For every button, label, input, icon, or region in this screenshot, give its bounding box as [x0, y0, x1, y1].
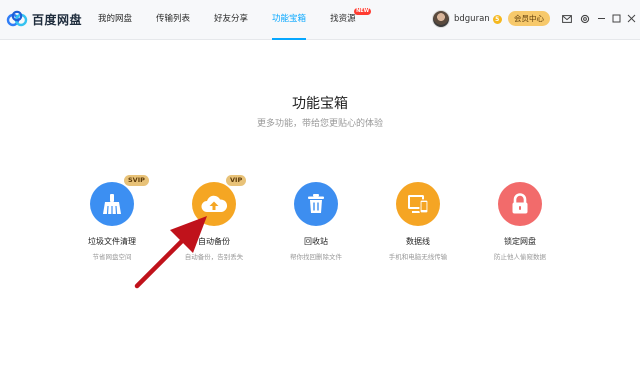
trash-icon: [308, 194, 324, 213]
tool-name: 垃圾文件清理: [88, 237, 136, 246]
tab-label: 找资源: [330, 14, 356, 24]
title-bar: 百度网盘 我的网盘 传输列表 好友分享 功能宝箱 找资源 NEW bdguran…: [0, 0, 640, 40]
cloud-upload-icon: [201, 195, 228, 212]
lock-icon: [512, 193, 528, 214]
toolbar-icons: [560, 11, 596, 26]
tool-auto-backup[interactable]: VIP 自动备份 自动备份，告别丢失: [159, 175, 269, 261]
settings-icon[interactable]: [578, 12, 592, 26]
username[interactable]: bdguran: [454, 14, 490, 24]
close-icon[interactable]: [624, 11, 639, 26]
window-controls: [594, 11, 639, 26]
maximize-icon[interactable]: [609, 11, 624, 26]
tab-label: 传输列表: [156, 14, 191, 24]
avatar[interactable]: [432, 10, 450, 28]
vip-badge: VIP: [226, 175, 247, 186]
devices-icon: [408, 195, 429, 214]
svip-badge: SVIP: [124, 175, 149, 186]
vip-level-badge: 5: [492, 14, 502, 24]
app-logo[interactable]: 百度网盘: [6, 8, 82, 30]
mail-icon[interactable]: [560, 12, 574, 26]
main-nav: 我的网盘 传输列表 好友分享 功能宝箱 找资源 NEW: [98, 0, 380, 40]
tool-recycle-bin[interactable]: 回收站 帮你找回删除文件: [261, 182, 371, 261]
tool-desc: 帮你找回删除文件: [290, 253, 342, 261]
tab-my-disk[interactable]: 我的网盘: [98, 0, 132, 40]
broom-icon: [103, 194, 121, 215]
tool-data-cable[interactable]: 数据线 手机和电脑无线传输: [363, 182, 473, 261]
toolbox-page: 功能宝箱 更多功能，带给您更贴心的体验 SVIP 垃圾文件清理 节省网盘空间 V…: [0, 41, 640, 372]
tool-lock-disk[interactable]: 锁定网盘 防止他人偷窥数据: [465, 182, 575, 261]
tab-transfer-list[interactable]: 传输列表: [156, 0, 190, 40]
page-subtitle: 更多功能，带给您更贴心的体验: [256, 119, 383, 129]
user-profile[interactable]: bdguran 5: [432, 9, 502, 29]
app-name: 百度网盘: [32, 12, 83, 27]
tool-desc: 防止他人偷窥数据: [494, 253, 546, 261]
tab-find-resources[interactable]: 找资源 NEW: [330, 0, 372, 40]
tool-name: 锁定网盘: [504, 237, 536, 246]
tool-name: 数据线: [406, 237, 430, 246]
tab-toolbox[interactable]: 功能宝箱: [272, 0, 307, 40]
tab-label: 好友分享: [214, 14, 249, 24]
tool-name: 回收站: [304, 237, 328, 246]
tool-desc: 手机和电脑无线传输: [388, 253, 448, 261]
minimize-icon[interactable]: [594, 11, 609, 26]
tool-name: 自动备份: [198, 237, 230, 246]
tool-desc: 节省网盘空间: [92, 253, 132, 261]
vip-center-button[interactable]: 会员中心: [508, 11, 550, 26]
tool-desc: 自动备份，告别丢失: [184, 253, 244, 261]
new-badge: NEW: [354, 8, 372, 15]
tab-friend-share[interactable]: 好友分享: [214, 0, 248, 40]
tool-icon-circle[interactable]: [498, 182, 542, 226]
tab-label: 功能宝箱: [272, 14, 307, 24]
tool-junk-cleanup[interactable]: SVIP 垃圾文件清理 节省网盘空间: [57, 175, 167, 261]
cloud-logo-icon: [6, 10, 28, 27]
page-title: 功能宝箱: [292, 96, 348, 112]
tab-label: 我的网盘: [98, 14, 133, 24]
tool-icon-circle[interactable]: VIP: [192, 175, 247, 226]
tool-icon-circle[interactable]: [294, 182, 338, 226]
tool-icon-circle[interactable]: SVIP: [90, 175, 149, 226]
tool-icon-circle[interactable]: [396, 182, 440, 226]
